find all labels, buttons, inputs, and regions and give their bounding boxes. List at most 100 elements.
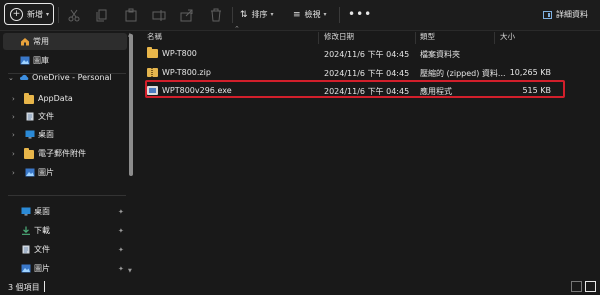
navigation-pane: 常用 圖庫 ⌄ OneDrive - Personal › AppData › … bbox=[0, 31, 135, 279]
download-icon bbox=[22, 226, 30, 235]
sidebar-item-label: 文件 bbox=[38, 112, 54, 121]
column-header-size[interactable]: 大小 bbox=[500, 31, 515, 43]
desktop-icon bbox=[21, 207, 31, 216]
pin-icon[interactable]: ✦ bbox=[118, 227, 124, 235]
sidebar-item-label: OneDrive - Personal bbox=[32, 73, 112, 82]
file-size: 10,265 KB bbox=[509, 68, 551, 77]
quick-access-pictures[interactable]: 圖片 ✦ bbox=[0, 260, 128, 277]
new-label: 新增 bbox=[27, 9, 43, 19]
sidebar-item-appdata[interactable]: › AppData bbox=[0, 90, 128, 107]
file-row[interactable]: WP-T800.zip 2024/11/6 下午 04:45 壓縮的 (zipp… bbox=[141, 64, 559, 81]
folder-icon bbox=[24, 93, 34, 104]
pictures-icon bbox=[25, 168, 35, 177]
sidebar-item-label: 圖庫 bbox=[33, 56, 49, 65]
sidebar-item-label: 電子郵件附件 bbox=[38, 149, 86, 158]
chevron-right-icon: › bbox=[12, 112, 15, 121]
details-label: 詳細資料 bbox=[556, 10, 588, 19]
documents-icon bbox=[26, 112, 34, 121]
sidebar-item-gallery[interactable]: 圖庫 bbox=[0, 52, 128, 69]
toolbar-divider bbox=[339, 7, 340, 23]
status-bar: 3 個項目 bbox=[0, 279, 600, 295]
sidebar-item-home[interactable]: 常用 bbox=[3, 33, 127, 50]
quick-access-desktop[interactable]: 桌面 ✦ bbox=[0, 203, 128, 220]
home-icon bbox=[21, 38, 29, 46]
sidebar-item-label: 下載 bbox=[34, 226, 50, 235]
sidebar-divider bbox=[8, 195, 126, 196]
sidebar-item-label: 桌面 bbox=[34, 207, 50, 216]
file-row[interactable]: WP-T800 2024/11/6 下午 04:45 檔案資料夾 bbox=[141, 45, 559, 62]
share-icon[interactable] bbox=[180, 8, 194, 22]
tiles-view-icon[interactable] bbox=[585, 281, 596, 292]
chevron-right-icon: › bbox=[12, 94, 15, 103]
file-date: 2024/11/6 下午 04:45 bbox=[324, 50, 410, 59]
sidebar-item-label: 文件 bbox=[34, 245, 50, 254]
chevron-down-icon: ▾ bbox=[46, 10, 50, 18]
file-name: WP-T800.zip bbox=[162, 68, 211, 77]
sort-indicator-icon: ⌃ bbox=[234, 25, 240, 33]
sort-button[interactable]: ⇅ 排序 ▾ bbox=[240, 9, 274, 20]
copy-icon[interactable] bbox=[95, 8, 109, 22]
pin-icon[interactable]: ✦ bbox=[118, 208, 124, 216]
pin-icon[interactable]: ✦ bbox=[118, 265, 124, 273]
item-count: 3 個項目 bbox=[8, 283, 40, 292]
quick-access-downloads[interactable]: 下載 ✦ bbox=[0, 222, 128, 239]
sidebar-item-label: 桌面 bbox=[38, 130, 54, 139]
file-type: 壓縮的 (zipped) 資料... bbox=[420, 69, 506, 78]
column-divider[interactable] bbox=[494, 32, 495, 44]
gallery-icon bbox=[20, 56, 30, 65]
column-header-date[interactable]: 修改日期 bbox=[324, 31, 354, 43]
view-button[interactable]: ≡ 檢視 ▾ bbox=[293, 9, 327, 20]
highlight-box bbox=[145, 80, 565, 98]
rename-icon[interactable] bbox=[152, 8, 166, 22]
sidebar-item-label: 圖片 bbox=[34, 264, 50, 273]
file-name: WP-T800 bbox=[162, 49, 197, 58]
sidebar-item-desktop[interactable]: › 桌面 bbox=[0, 126, 128, 143]
folder-icon bbox=[147, 47, 158, 58]
cut-icon[interactable] bbox=[67, 8, 81, 22]
sort-label: 排序 bbox=[251, 10, 268, 19]
column-header-type[interactable]: 類型 bbox=[420, 31, 435, 43]
chevron-right-icon: › bbox=[12, 168, 15, 177]
new-button[interactable]: + 新增 ▾ bbox=[4, 3, 54, 25]
file-type: 檔案資料夾 bbox=[420, 50, 460, 59]
sidebar-item-label: 常用 bbox=[33, 37, 49, 46]
plus-icon: + bbox=[10, 7, 23, 21]
chevron-down-icon: ⌄ bbox=[8, 73, 14, 82]
file-list: ⌃ 名稱 修改日期 類型 大小 WP-T800 2024/11/6 下午 04:… bbox=[136, 25, 600, 279]
pictures-icon bbox=[21, 264, 31, 273]
view-label: 檢視 bbox=[304, 10, 321, 19]
delete-icon[interactable] bbox=[209, 8, 223, 22]
details-pane-icon bbox=[543, 10, 552, 19]
cloud-icon bbox=[20, 74, 29, 80]
sidebar-item-label: AppData bbox=[38, 94, 73, 103]
zip-icon bbox=[147, 68, 158, 77]
sidebar-item-label: 圖片 bbox=[38, 168, 54, 177]
chevron-down-icon: ▾ bbox=[270, 11, 274, 18]
text-cursor bbox=[44, 281, 45, 292]
toolbar-divider bbox=[58, 7, 59, 23]
paste-icon[interactable] bbox=[124, 8, 138, 22]
chevron-right-icon: › bbox=[12, 149, 15, 158]
sidebar-scrollbar[interactable] bbox=[129, 34, 133, 176]
command-bar: + 新增 ▾ ⇅ 排序 ▾ ≡ 檢視 ▾ ••• 詳細資料 bbox=[0, 0, 600, 31]
pin-icon[interactable]: ✦ bbox=[118, 246, 124, 254]
quick-access-documents[interactable]: 文件 ✦ bbox=[0, 241, 128, 258]
column-divider[interactable] bbox=[318, 32, 319, 44]
column-header-name[interactable]: 名稱 bbox=[147, 31, 162, 43]
sidebar-item-email-attachments[interactable]: › 電子郵件附件 bbox=[0, 145, 128, 162]
sidebar-item-onedrive[interactable]: ⌄ OneDrive - Personal bbox=[0, 69, 128, 86]
more-options-icon[interactable]: ••• bbox=[348, 7, 372, 21]
details-view-icon[interactable] bbox=[571, 281, 582, 292]
desktop-icon bbox=[25, 130, 35, 139]
scroll-down-arrow[interactable]: ▼ bbox=[128, 268, 132, 274]
details-pane-button[interactable]: 詳細資料 bbox=[543, 9, 588, 20]
toolbar-divider bbox=[232, 7, 233, 23]
chevron-right-icon: › bbox=[12, 130, 15, 139]
sidebar-item-pictures[interactable]: › 圖片 bbox=[0, 164, 128, 181]
view-icon: ≡ bbox=[293, 9, 301, 20]
sort-icon: ⇅ bbox=[240, 9, 248, 20]
sidebar-item-documents[interactable]: › 文件 bbox=[0, 108, 128, 125]
column-divider[interactable] bbox=[415, 32, 416, 44]
folder-icon bbox=[24, 148, 34, 159]
file-date: 2024/11/6 下午 04:45 bbox=[324, 69, 410, 78]
